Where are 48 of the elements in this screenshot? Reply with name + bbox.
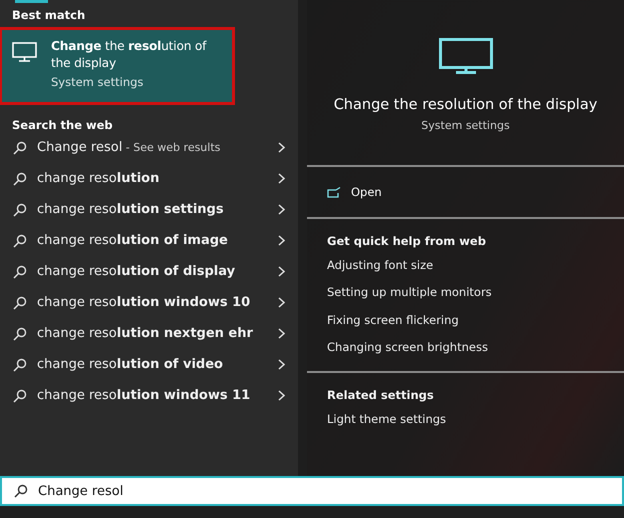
web-suggestion[interactable]: change resolution (0, 163, 298, 194)
web-suggestion[interactable]: change resolution nextgen ehr (0, 318, 298, 349)
search-icon (13, 326, 27, 340)
section-heading: Related settings (327, 387, 435, 404)
chevron-right-icon (278, 266, 285, 277)
help-link[interactable]: Adjusting font size (327, 251, 604, 278)
search-icon (14, 484, 28, 498)
web-suggestion[interactable]: change resolution of image (0, 225, 298, 256)
section-heading: Best match (12, 8, 86, 22)
chevron-right-icon (278, 235, 285, 246)
result-subtitle: System settings (421, 119, 510, 132)
chevron-right-icon (278, 328, 285, 339)
chevron-right-icon (278, 204, 285, 215)
result-title: Change the resolution of the display (334, 97, 598, 113)
best-match-result[interactable]: Change the resolution of the display System settings (0, 28, 234, 104)
chevron-right-icon (278, 142, 285, 153)
help-link[interactable]: Changing screen brightness (327, 334, 604, 361)
open-button[interactable]: Open (307, 167, 624, 217)
open-window-icon (327, 186, 341, 198)
chevron-right-icon (278, 173, 285, 184)
result-title: Change the resolution of the display (51, 38, 208, 72)
search-icon (13, 202, 27, 216)
search-icon (13, 388, 27, 402)
monitor-icon (12, 42, 37, 62)
help-link[interactable]: Light theme settings (327, 405, 604, 432)
section-heading: Get quick help from web (327, 233, 487, 250)
web-suggestion[interactable]: change resolution of display (0, 256, 298, 287)
web-suggestion[interactable]: change resolution settings (0, 194, 298, 225)
chevron-right-icon (278, 359, 285, 370)
web-suggestion[interactable]: change resolution windows 10 (0, 287, 298, 318)
search-field[interactable]: Change resol (0, 476, 624, 506)
search-icon (13, 234, 27, 248)
help-link[interactable]: Setting up multiple monitors (327, 278, 604, 306)
selected-tab-indicator (15, 0, 48, 3)
search-icon (13, 264, 27, 278)
web-suggestion[interactable]: change resolution of video (0, 349, 298, 380)
monitor-icon (438, 38, 492, 75)
web-suggestion[interactable]: change resolution windows 11 (0, 380, 298, 411)
search-icon (13, 296, 27, 310)
web-suggestion[interactable]: Change resol - See web results (0, 132, 298, 163)
search-icon (13, 140, 27, 154)
search-icon (13, 358, 27, 372)
result-subtitle: System settings (51, 75, 144, 89)
search-icon (13, 172, 27, 186)
chevron-right-icon (278, 297, 285, 308)
section-heading: Search the web (12, 118, 113, 132)
chevron-right-icon (278, 390, 285, 401)
help-link[interactable]: Fixing screen flickering (327, 306, 604, 334)
